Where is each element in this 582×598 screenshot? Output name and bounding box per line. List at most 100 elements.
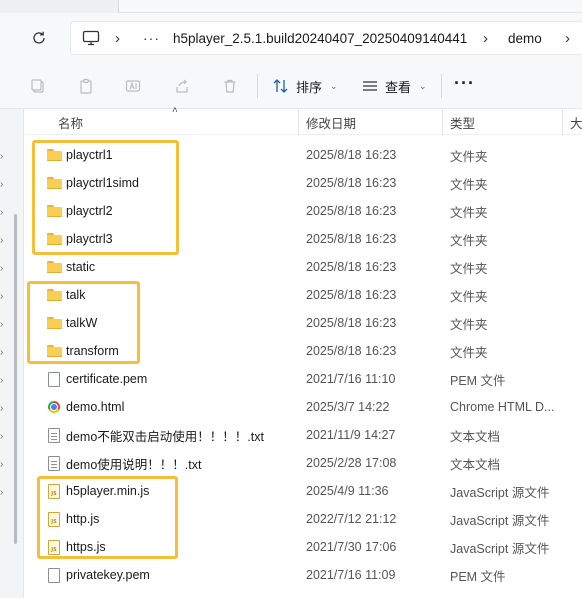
address-bar[interactable]: › ··· h5player_2.5.1.build20240407_20250… [70,21,582,55]
js-file-icon: JS [48,483,60,499]
nav-expand-icon[interactable]: › [0,431,3,442]
nav-expand-icon[interactable]: › [0,487,3,498]
file-row[interactable]: JS https.js 2021/7/30 17:06 JavaScript 源文件 [24,533,582,561]
file-row[interactable]: static 2025/8/18 16:23 文件夹 [24,253,582,281]
column-header-size[interactable]: 大 [570,109,582,135]
nav-expand-icon[interactable]: › [0,207,3,218]
folder-icon [46,261,62,273]
file-type: 文件夹 [450,289,488,304]
column-divider[interactable] [298,109,299,135]
js-file-icon: JS [48,511,60,527]
nav-expand-icon[interactable]: › [0,263,3,274]
column-divider[interactable] [562,109,563,135]
file-name[interactable]: playctrl1 [66,141,113,169]
copy-button[interactable] [28,76,48,96]
file-icon-cell [46,337,62,365]
nav-expand-icon[interactable]: › [0,179,3,190]
nav-expand-icon[interactable]: › [0,403,3,414]
file-row[interactable]: certificate.pem 2021/7/16 11:10 PEM 文件 [24,365,582,393]
file-icon-cell [46,421,62,449]
file-row[interactable]: playctrl1 2025/8/18 16:23 文件夹 [24,141,582,169]
nav-expand-icon[interactable]: › [0,375,3,386]
column-divider[interactable] [442,109,443,135]
file-row[interactable]: playctrl2 2025/8/18 16:23 文件夹 [24,197,582,225]
file-icon-cell [46,281,62,309]
file-name[interactable]: playctrl3 [66,225,113,253]
delete-button[interactable] [220,76,240,96]
file-name[interactable]: playctrl2 [66,197,113,225]
file-name[interactable]: transform [66,337,119,365]
file-name[interactable]: privatekey.pem [66,561,150,589]
this-pc-icon[interactable] [81,22,101,54]
rename-button[interactable] [123,76,143,96]
nav-expand-icon[interactable]: › [0,347,3,358]
nav-expand-icon[interactable]: › [0,235,3,246]
file-row[interactable]: privatekey.pem 2021/7/16 11:09 PEM 文件 [24,561,582,589]
file-row[interactable]: JS h5player.min.js 2025/4/9 11:36 JavaScrip… [24,477,582,505]
copy-icon [31,79,44,93]
file-row[interactable]: JS http.js 2022/7/12 21:12 JavaScript 源文件 [24,505,582,533]
chevron-down-icon: ⌄ [419,80,427,91]
breadcrumb-separator-icon[interactable]: › [483,22,488,54]
file-name[interactable]: certificate.pem [66,365,147,393]
nav-expand-icon[interactable]: › [0,319,3,330]
more-options-button[interactable]: ··· [454,73,475,94]
file-name[interactable]: https.js [66,533,106,561]
file-type: 文件夹 [450,177,488,192]
breadcrumb-separator-icon[interactable]: › [115,22,120,54]
tab-strip-edge [118,0,582,13]
column-header-date[interactable]: 修改日期 [306,109,356,135]
file-name[interactable]: playctrl1simd [66,169,139,197]
file-row[interactable]: talk 2025/8/18 16:23 文件夹 [24,281,582,309]
file-row[interactable]: playctrl1simd 2025/8/18 16:23 文件夹 [24,169,582,197]
breadcrumb-item[interactable]: h5player_2.5.1.build20240407_20250409140… [173,22,467,54]
file-modified-date: 2025/8/18 16:23 [306,260,397,274]
file-modified-date: 2022/7/12 21:12 [306,512,397,526]
file-modified-date: 2025/8/18 16:23 [306,176,397,190]
nav-expand-icon[interactable]: › [0,291,3,302]
file-name[interactable]: h5player.min.js [66,477,149,505]
file-name[interactable]: http.js [66,505,99,533]
file-type: PEM 文件 [450,569,506,584]
file-icon-cell: JS [46,477,62,505]
file-type: 文本文档 [450,457,501,472]
file-modified-date: 2021/7/16 11:10 [306,372,396,386]
nav-scrollbar[interactable] [14,214,17,544]
file-name[interactable]: demo使用说明！！！.txt [66,449,201,477]
paste-button[interactable] [76,76,96,96]
view-button[interactable]: 查看 ⌄ [361,63,427,109]
file-name[interactable]: talk [66,281,85,309]
file-row[interactable]: demo.html 2025/3/7 14:22 Chrome HTML D... [24,393,582,421]
file-row[interactable]: playctrl3 2025/8/18 16:23 文件夹 [24,225,582,253]
share-icon [176,79,188,93]
file-name[interactable]: demo.html [66,393,124,421]
column-header-name[interactable]: 名称 [58,109,83,135]
file-icon-cell [46,253,62,281]
file-icon [48,371,60,387]
folder-icon [46,177,62,189]
file-row[interactable]: demo不能双击启动使用！！！！.txt 2021/11/9 14:27 文本文档 [24,421,582,449]
navigation-pane[interactable]: › › › › › › › › › › › › › [0,109,24,598]
breadcrumb-item-current[interactable]: demo [508,22,542,54]
file-row[interactable]: talkW 2025/8/18 16:23 文件夹 [24,309,582,337]
text-file-icon [48,427,60,443]
chrome-html-icon [48,401,60,413]
chevron-down-icon: ⌄ [330,80,338,91]
breadcrumb-overflow-button[interactable]: ··· [143,22,160,54]
breadcrumb-separator-icon[interactable]: › [565,22,570,54]
file-icon-cell [46,169,62,197]
file-name[interactable]: talkW [66,309,97,337]
file-modified-date: 2021/7/30 17:06 [306,540,397,554]
nav-expand-icon[interactable]: › [0,459,3,470]
refresh-button[interactable] [28,27,50,49]
file-row[interactable]: transform 2025/8/18 16:23 文件夹 [24,337,582,365]
share-button[interactable] [172,76,192,96]
column-header-type[interactable]: 类型 [450,109,475,135]
file-name[interactable]: static [66,253,95,281]
file-modified-date: 2021/7/16 11:09 [306,568,396,582]
file-name[interactable]: demo不能双击启动使用！！！！.txt [66,421,264,449]
sort-button[interactable]: 排序 ⌄ [272,63,338,109]
nav-expand-icon[interactable]: › [0,151,3,162]
folder-icon [46,205,62,217]
file-row[interactable]: demo使用说明！！！.txt 2025/2/28 17:08 文本文档 [24,449,582,477]
